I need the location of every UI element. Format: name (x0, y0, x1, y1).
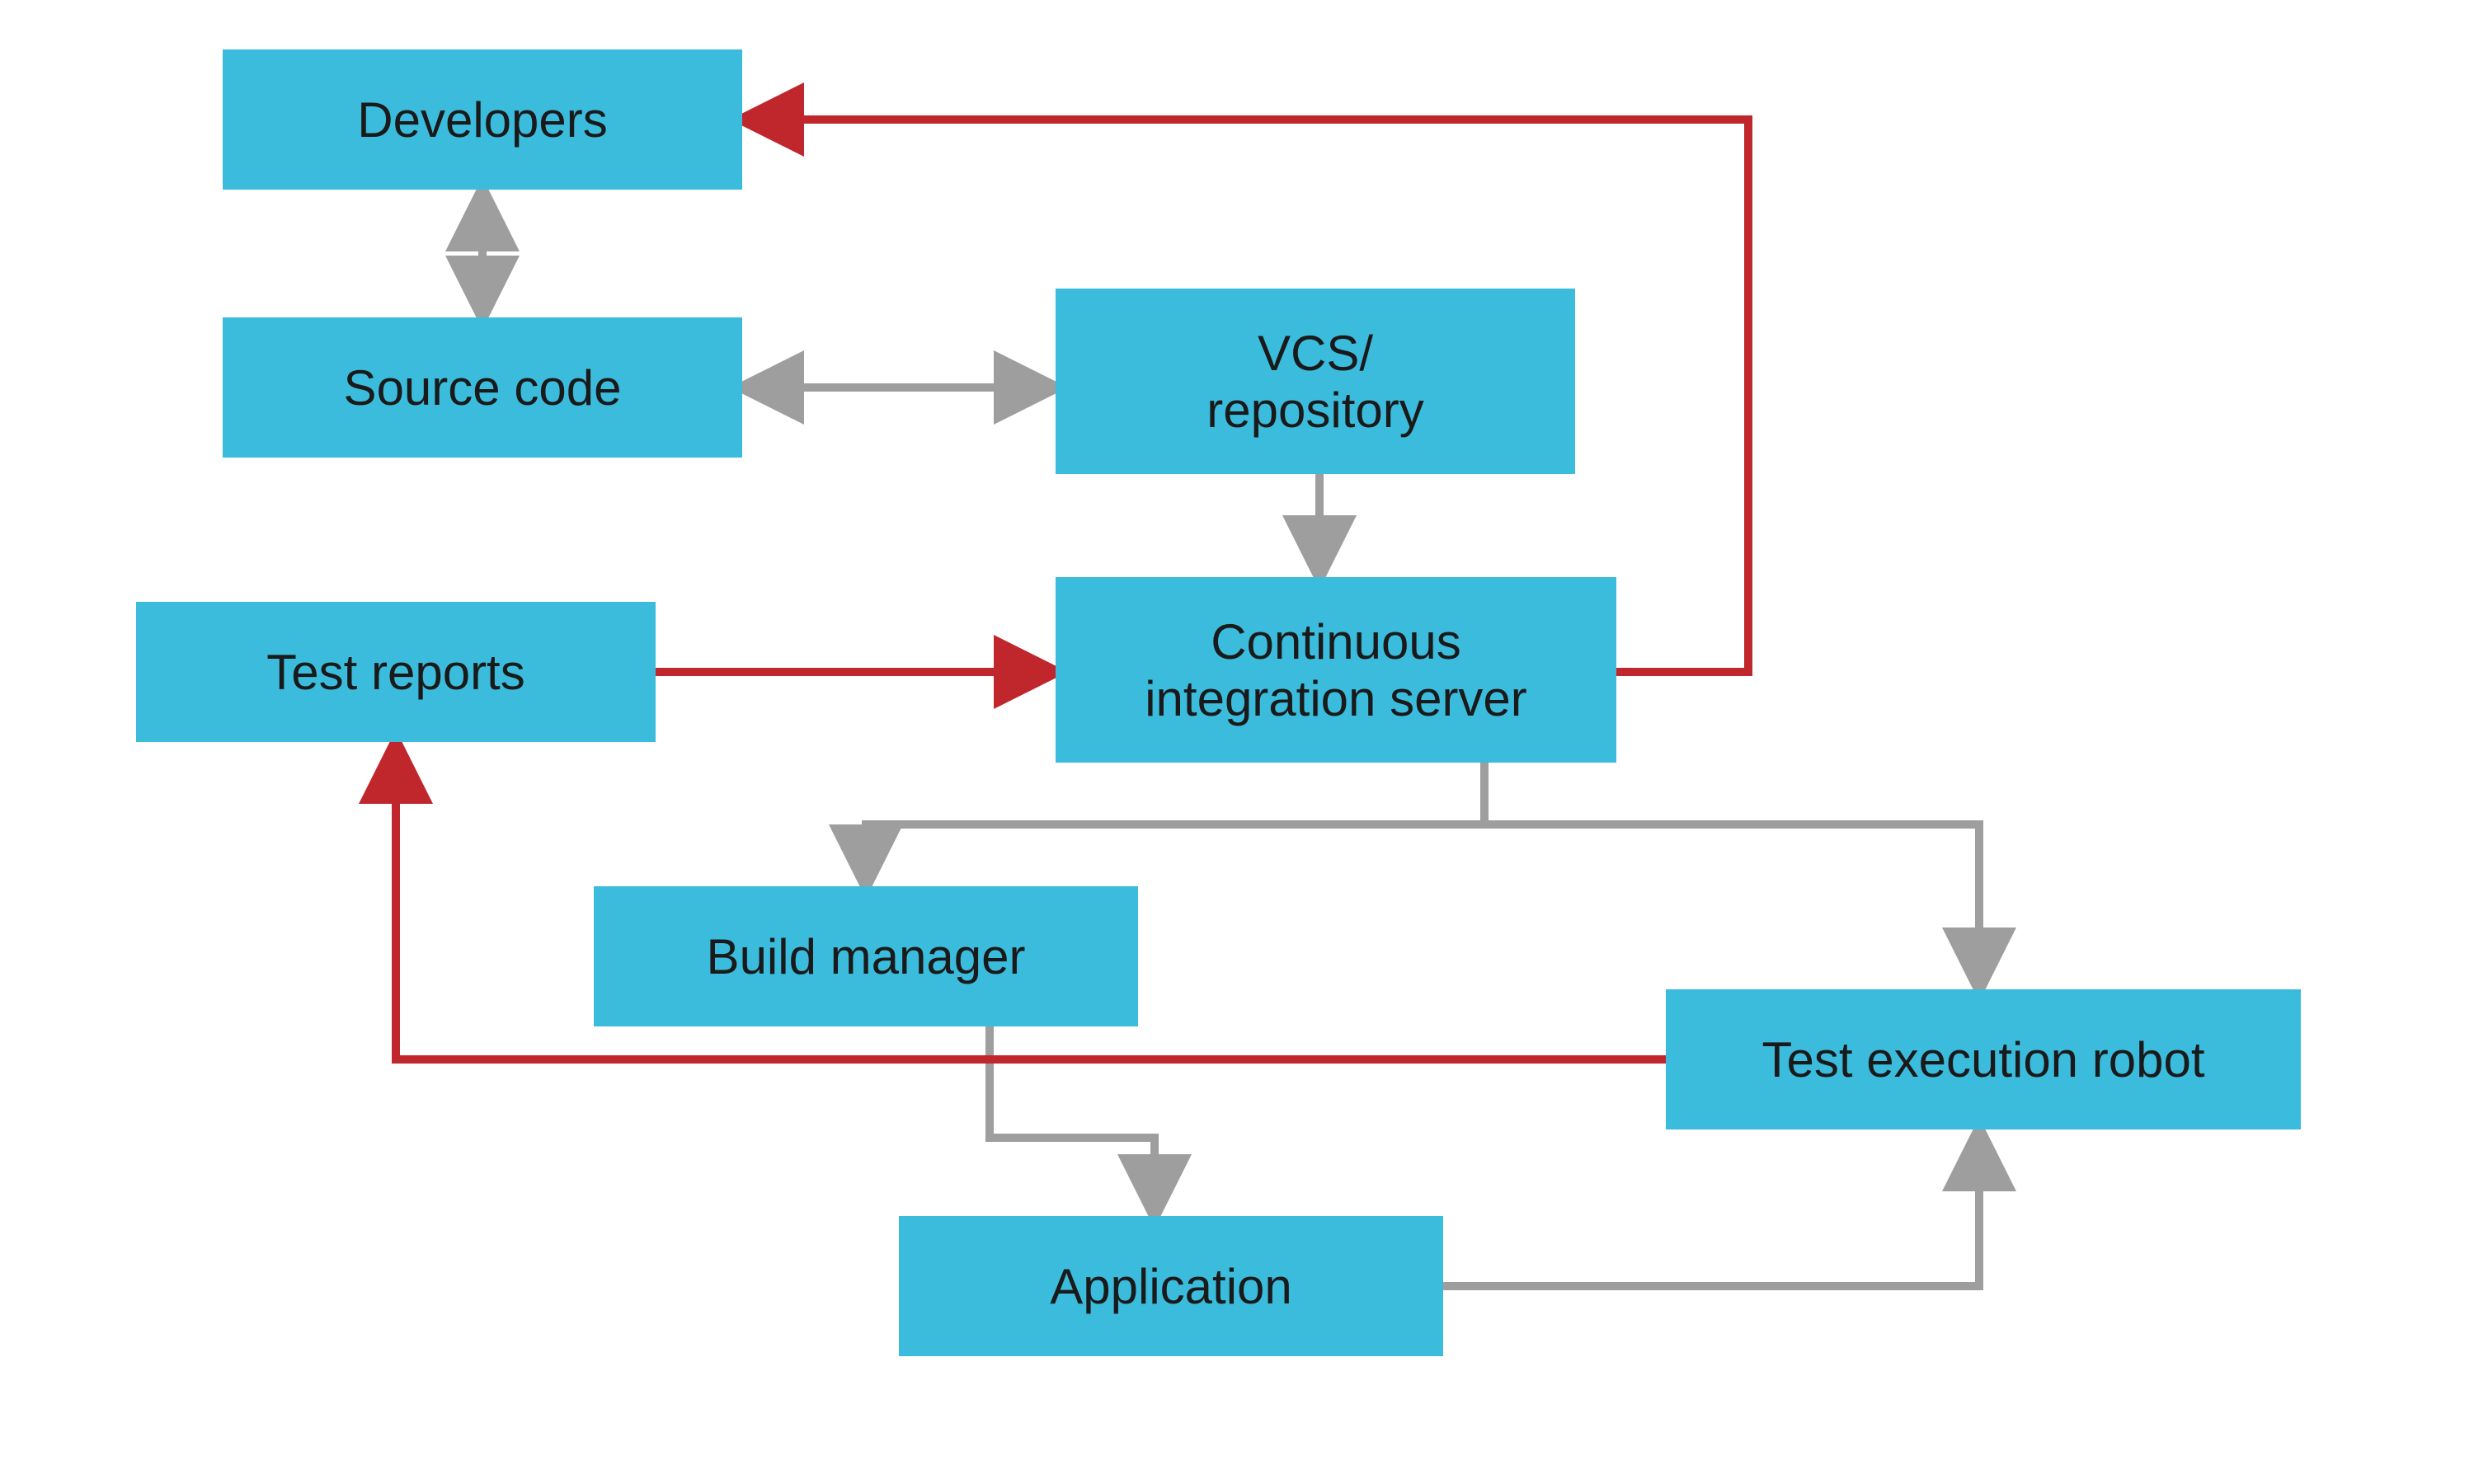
node-application: Application (899, 1216, 1443, 1356)
node-label: VCS/repository (1206, 325, 1423, 439)
node-label: Application (1050, 1258, 1292, 1315)
connector-ci-robot (1484, 763, 1979, 989)
connector-app-robot (1443, 1129, 1979, 1286)
node-build-manager: Build manager (594, 886, 1138, 1026)
node-label: Test execution robot (1762, 1031, 2205, 1088)
node-developers: Developers (223, 49, 742, 190)
node-label: Continuousintegration server (1145, 613, 1527, 727)
node-test-reports: Test reports (136, 602, 656, 742)
diagram-canvas: Developers Source code VCS/repository Te… (0, 0, 2474, 1484)
connector-ci-build (866, 763, 1484, 886)
node-label: Build manager (707, 928, 1026, 985)
node-label: Developers (357, 92, 608, 148)
node-label: Test reports (266, 644, 524, 701)
node-source-code: Source code (223, 317, 742, 458)
node-ci-server: Continuousintegration server (1056, 577, 1616, 763)
node-test-execution-robot: Test execution robot (1666, 989, 2301, 1129)
connector-build-app (990, 1026, 1155, 1216)
node-vcs-repository: VCS/repository (1056, 289, 1575, 474)
node-label: Source code (344, 359, 622, 416)
